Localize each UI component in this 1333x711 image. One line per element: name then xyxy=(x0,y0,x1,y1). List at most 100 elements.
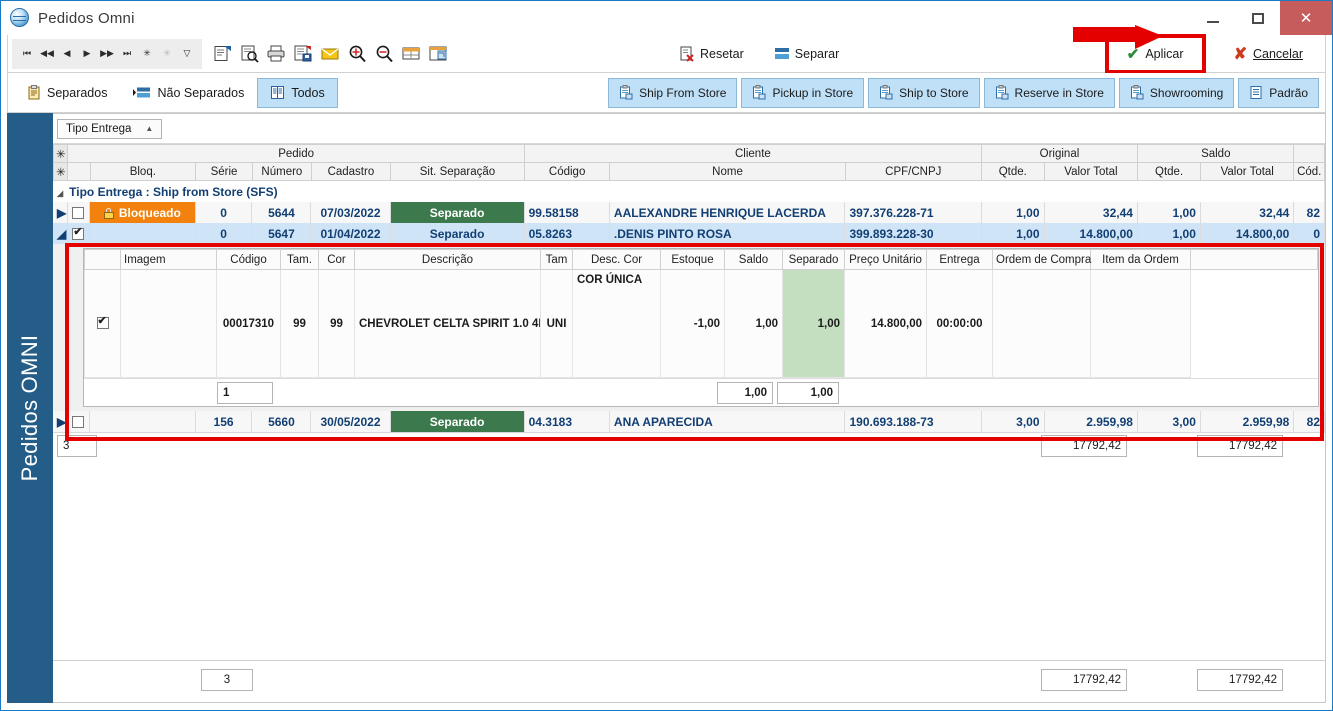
detail-col-ordem-compra[interactable]: Ordem de Compra xyxy=(992,249,1091,270)
group-footer-orig-total[interactable]: 17792,42 xyxy=(1041,434,1127,457)
print-icon[interactable] xyxy=(264,41,288,67)
detail-col-separado[interactable]: Separado xyxy=(782,249,845,270)
preview-icon[interactable] xyxy=(237,41,261,67)
row-expander[interactable]: ◢ xyxy=(53,223,68,244)
grid-icon[interactable] xyxy=(399,41,423,67)
cell-bloq xyxy=(89,411,196,432)
mail-icon[interactable] xyxy=(318,41,342,67)
cell-saldo-valor: 14.800,00 xyxy=(1200,223,1295,244)
grand-footer-orig-total[interactable]: 17792,42 xyxy=(1041,669,1127,691)
tab-nao-separados[interactable]: Não Separados xyxy=(120,78,257,108)
group-collapse-icon[interactable]: ◢ xyxy=(57,189,63,198)
next-page-icon[interactable]: ▶▶ xyxy=(97,41,117,67)
zoom-in-icon[interactable] xyxy=(345,41,369,67)
col-cpf-cnpj[interactable]: CPF/CNPJ xyxy=(844,162,982,181)
detail-col-tam2[interactable]: Tam xyxy=(540,249,573,270)
channel-ship-from-store[interactable]: Ship From Store xyxy=(608,77,738,108)
detail-col-tam[interactable]: Tam. xyxy=(280,249,319,270)
detail-col-descricao[interactable]: Descrição xyxy=(354,249,541,270)
detail-col-check[interactable] xyxy=(84,249,121,270)
channel-pickup-in-store[interactable]: Pickup in Store xyxy=(741,77,865,108)
filter-icon[interactable]: ▽ xyxy=(177,41,197,67)
detail-footer-saldo-total[interactable]: 1,00 xyxy=(717,381,773,404)
cell-cod: 0 xyxy=(1293,223,1325,244)
cell-situacao: Separado xyxy=(390,411,525,432)
detail-col-desc-cor[interactable]: Desc. Cor xyxy=(572,249,661,270)
col-original-valor-total[interactable]: Valor Total xyxy=(1043,162,1139,181)
table-row[interactable]: ▶ Bloqueado 0 5644 07/03/2022 Separado 9… xyxy=(53,202,1325,223)
zoom-out-icon[interactable] xyxy=(372,41,396,67)
layout-icon[interactable] xyxy=(426,41,450,67)
col-saldo-valor-total[interactable]: Valor Total xyxy=(1200,162,1295,181)
detail-col-estoque[interactable]: Estoque xyxy=(660,249,725,270)
clipboard-icon xyxy=(1130,85,1144,100)
row-expander[interactable]: ▶ xyxy=(53,411,68,432)
tab-todos[interactable]: Todos xyxy=(257,77,338,108)
resetar-button[interactable]: Resetar xyxy=(680,46,744,62)
col-saldo-qtde[interactable]: Qtde. xyxy=(1137,162,1202,181)
detail-col-cor[interactable]: Cor xyxy=(318,249,355,270)
group-footer-saldo-total[interactable]: 17792,42 xyxy=(1197,434,1283,457)
col-codigo[interactable]: Código xyxy=(523,162,611,181)
close-button[interactable]: ✕ xyxy=(1280,1,1332,35)
first-record-icon[interactable]: ⏮ xyxy=(17,41,37,67)
col-original-qtde[interactable]: Qtde. xyxy=(980,162,1045,181)
row-checkbox[interactable] xyxy=(67,223,91,244)
group-row[interactable]: ◢ Tipo Entrega : Ship from Store (SFS) xyxy=(53,181,1325,202)
group-chip-label: Tipo Entrega xyxy=(66,122,132,135)
separar-button[interactable]: Separar xyxy=(774,46,839,62)
detail-col-preco[interactable]: Preço Unitário xyxy=(844,249,927,270)
col-cadastro[interactable]: Cadastro xyxy=(310,162,391,181)
channel-showrooming[interactable]: Showrooming xyxy=(1118,77,1235,108)
detail-footer-separado-total[interactable]: 1,00 xyxy=(777,381,839,404)
edit-record-icon[interactable] xyxy=(210,41,234,67)
detail-row-checkbox[interactable] xyxy=(84,269,121,378)
channel-padrao[interactable]: Padrão xyxy=(1238,77,1319,108)
header-group-original: Original xyxy=(980,144,1139,163)
export-save-icon[interactable] xyxy=(291,41,315,67)
col-serie[interactable]: Série xyxy=(195,162,253,181)
channel-label: Padrão xyxy=(1269,85,1308,100)
detail-cell-separado[interactable]: 1,00 xyxy=(782,269,845,378)
group-chip-tipo-entrega[interactable]: Tipo Entrega ▲ xyxy=(57,118,163,139)
cancelar-button[interactable]: ✘ Cancelar xyxy=(1221,38,1315,69)
detail-data-row[interactable]: 00017310 99 99 CHEVROLET CELTA SPIRIT 1.… xyxy=(84,269,1317,378)
prev-record-icon[interactable]: ◀ xyxy=(57,41,77,67)
detail-col-item-ordem[interactable]: Item da Ordem xyxy=(1090,249,1191,270)
row-checkbox[interactable] xyxy=(67,411,91,432)
group-footer-count[interactable]: 3 xyxy=(57,434,97,457)
channel-reserve-in-store[interactable]: Reserve in Store xyxy=(983,77,1115,108)
x-icon: ✘ xyxy=(1233,45,1247,63)
last-record-icon[interactable]: ⏭ xyxy=(117,41,137,67)
detail-footer: 1 1,00 1,00 xyxy=(84,378,1318,406)
grand-footer-count[interactable]: 3 xyxy=(201,669,253,691)
minimize-button[interactable] xyxy=(1190,1,1235,35)
sort-ascending-icon[interactable]: ▲ xyxy=(145,124,153,133)
col-bloq[interactable]: Bloq. xyxy=(89,162,197,181)
cell-cadastro: 30/05/2022 xyxy=(310,411,391,432)
col-check[interactable] xyxy=(67,162,91,181)
detail-col-codigo[interactable]: Código xyxy=(216,249,281,270)
detail-col-imagem[interactable]: Imagem xyxy=(120,249,217,270)
add-record-icon[interactable]: ✳ xyxy=(137,41,157,67)
row-expander[interactable]: ▶ xyxy=(53,202,68,223)
col-numero[interactable]: Número xyxy=(251,162,312,181)
detail-footer-count[interactable]: 1 xyxy=(217,381,273,404)
grand-footer-saldo-total[interactable]: 17792,42 xyxy=(1197,669,1283,691)
cell-codigo: 04.3183 xyxy=(524,411,610,432)
cell-saldo-qtde: 1,00 xyxy=(1137,223,1201,244)
tab-separados[interactable]: Separados xyxy=(14,78,120,108)
detail-col-saldo[interactable]: Saldo xyxy=(724,249,783,270)
detail-col-entrega[interactable]: Entrega xyxy=(926,249,993,270)
col-nome[interactable]: Nome xyxy=(609,162,846,181)
cell-cpf: 399.893.228-30 xyxy=(844,223,982,244)
table-row[interactable]: ◢ 0 5647 01/04/2022 Separado 05.8263 .DE… xyxy=(53,223,1325,244)
table-row[interactable]: ▶ 156 5660 30/05/2022 Separado 04.3183 A… xyxy=(53,411,1325,432)
channel-ship-to-store[interactable]: Ship to Store xyxy=(868,77,980,108)
col-sit-separacao[interactable]: Sit. Separação xyxy=(389,162,526,181)
row-checkbox[interactable] xyxy=(67,202,91,223)
maximize-button[interactable] xyxy=(1235,1,1280,35)
prev-page-icon[interactable]: ◀◀ xyxy=(37,41,57,67)
col-cod[interactable]: Cód. xyxy=(1293,162,1325,181)
next-record-icon[interactable]: ▶ xyxy=(77,41,97,67)
